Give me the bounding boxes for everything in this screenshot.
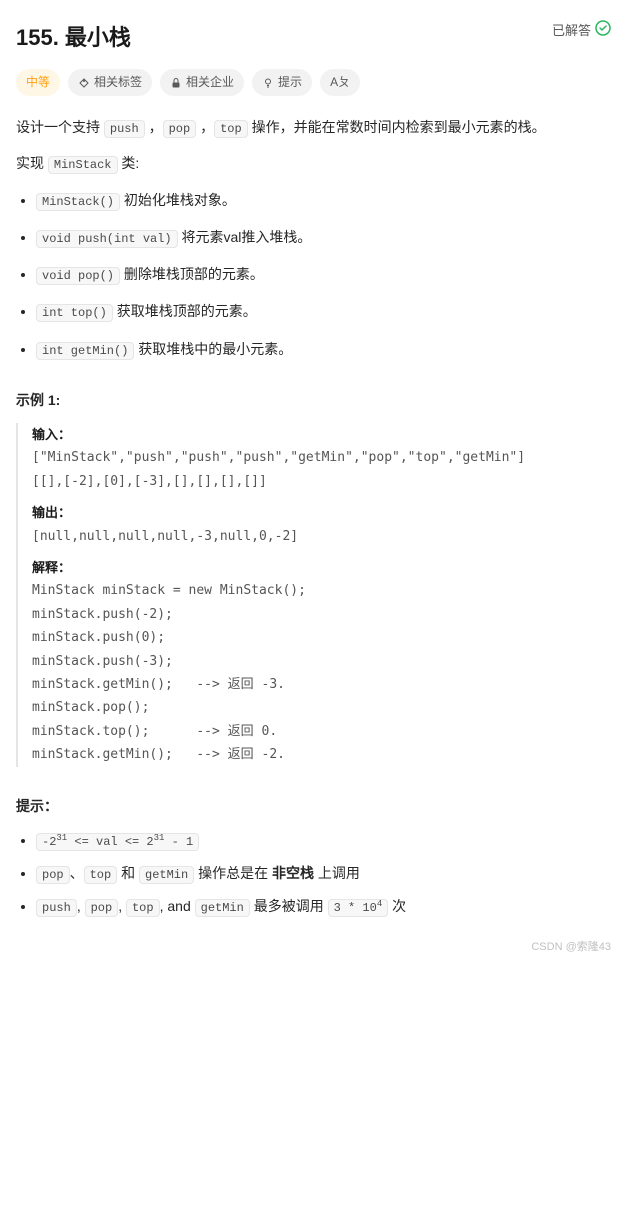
list-item: MinStack() 初始化堆栈对象。 xyxy=(36,189,611,212)
check-icon xyxy=(595,20,611,43)
input-line-2: [[],[-2],[0],[-3],[],[],[],[]] xyxy=(32,470,611,493)
list-item: void push(int val) 将元素val推入堆栈。 xyxy=(36,226,611,249)
text: 设计一个支持 xyxy=(16,119,104,135)
constraint-code: top xyxy=(126,899,160,917)
related-companies-button[interactable]: 相关企业 xyxy=(160,69,244,96)
problem-title: 155. 最小栈 xyxy=(16,20,131,55)
method-text: 获取堆栈中的最小元素。 xyxy=(134,341,292,357)
watermark: CSDN @索隆43 xyxy=(16,939,611,957)
example-block: 输入： ["MinStack","push","push","push","ge… xyxy=(16,423,611,766)
problem-description: 设计一个支持 push ，pop ，top 操作，并能在常数时间内检索到最小元素… xyxy=(16,116,611,174)
method-code: int top() xyxy=(36,304,113,322)
output-label: 输出： xyxy=(32,501,611,524)
explain-body: MinStack minStack = new MinStack(); minS… xyxy=(32,579,611,766)
method-text: 删除堆栈顶部的元素。 xyxy=(120,266,264,282)
description-paragraph-1: 设计一个支持 push ，pop ，top 操作，并能在常数时间内检索到最小元素… xyxy=(16,116,611,139)
text: 操作，并能在常数时间内检索到最小元素的栈。 xyxy=(248,119,546,135)
text: -2 xyxy=(42,835,56,849)
related-tags-button[interactable]: 相关标签 xyxy=(68,69,152,96)
list-item: push, pop, top, and getMin 最多被调用 3 * 104… xyxy=(36,895,611,918)
text: ， xyxy=(196,119,214,135)
input-line-1: ["MinStack","push","push","push","getMin… xyxy=(32,446,611,469)
related-companies-label: 相关企业 xyxy=(186,73,234,92)
related-tags-label: 相关标签 xyxy=(94,73,142,92)
constraint-code: pop xyxy=(36,866,70,884)
lightbulb-icon xyxy=(262,77,274,89)
output-line: [null,null,null,null,-3,null,0,-2] xyxy=(32,525,611,548)
text: ， xyxy=(145,119,163,135)
tag-icon xyxy=(78,77,90,89)
text: 最多被调用 xyxy=(250,898,328,914)
constraint-code: 3 * 104 xyxy=(328,899,389,917)
translate-label: Aㄆ xyxy=(330,73,350,92)
translate-button[interactable]: Aㄆ xyxy=(320,69,360,96)
input-label: 输入： xyxy=(32,423,611,446)
list-item: pop、top 和 getMin 操作总是在 非空栈 上调用 xyxy=(36,862,611,885)
code-pop: pop xyxy=(163,120,197,138)
example-title: 示例 1: xyxy=(16,389,611,411)
text: - 1 xyxy=(164,835,193,849)
text: 类: xyxy=(118,155,140,171)
solved-status: 已解答 xyxy=(552,20,611,43)
solved-label: 已解答 xyxy=(552,21,591,42)
method-text: 获取堆栈顶部的元素。 xyxy=(113,303,257,319)
code-minstack: MinStack xyxy=(48,156,118,174)
text: 3 * 10 xyxy=(334,901,377,915)
method-code: void push(int val) xyxy=(36,230,178,248)
sup: 31 xyxy=(154,833,165,843)
hint-label: 提示 xyxy=(278,73,302,92)
method-code: int getMin() xyxy=(36,342,134,360)
constraint-code: getMin xyxy=(139,866,194,884)
method-text: 初始化堆栈对象。 xyxy=(120,192,236,208)
list-item: -231 <= val <= 231 - 1 xyxy=(36,829,611,852)
text: , and xyxy=(160,898,195,914)
constraint-code: pop xyxy=(85,899,119,917)
code-push: push xyxy=(104,120,145,138)
text: 次 xyxy=(388,898,406,914)
text: , xyxy=(77,898,85,914)
sup: 4 xyxy=(377,899,382,909)
constraint-code: top xyxy=(84,866,118,884)
list-item: int getMin() 获取堆栈中的最小元素。 xyxy=(36,338,611,361)
description-paragraph-2: 实现 MinStack 类: xyxy=(16,152,611,175)
difficulty-tag[interactable]: 中等 xyxy=(16,69,60,96)
bold-text: 非空栈 xyxy=(272,865,314,881)
list-item: int top() 获取堆栈顶部的元素。 xyxy=(36,300,611,323)
constraint-code: getMin xyxy=(195,899,250,917)
constraint-code: push xyxy=(36,899,77,917)
text: 、 xyxy=(70,865,84,881)
text: 操作总是在 xyxy=(194,865,272,881)
text: 上调用 xyxy=(314,865,360,881)
hint-button[interactable]: 提示 xyxy=(252,69,312,96)
lock-icon xyxy=(170,77,182,89)
code-top: top xyxy=(214,120,248,138)
text: , xyxy=(118,898,126,914)
sup: 31 xyxy=(56,833,67,843)
text: <= val <= 2 xyxy=(67,835,153,849)
constraints-list: -231 <= val <= 231 - 1 pop、top 和 getMin … xyxy=(16,829,611,919)
method-code: void pop() xyxy=(36,267,120,285)
method-code: MinStack() xyxy=(36,193,120,211)
constraint-code: -231 <= val <= 231 - 1 xyxy=(36,833,199,851)
explain-label: 解释： xyxy=(32,556,611,579)
text: 实现 xyxy=(16,155,48,171)
methods-list: MinStack() 初始化堆栈对象。 void push(int val) 将… xyxy=(16,189,611,361)
constraints-title: 提示： xyxy=(16,795,611,817)
tags-row: 中等 相关标签 相关企业 提示 Aㄆ xyxy=(16,69,611,96)
text: 和 xyxy=(117,865,139,881)
method-text: 将元素val推入堆栈。 xyxy=(178,229,312,245)
list-item: void pop() 删除堆栈顶部的元素。 xyxy=(36,263,611,286)
